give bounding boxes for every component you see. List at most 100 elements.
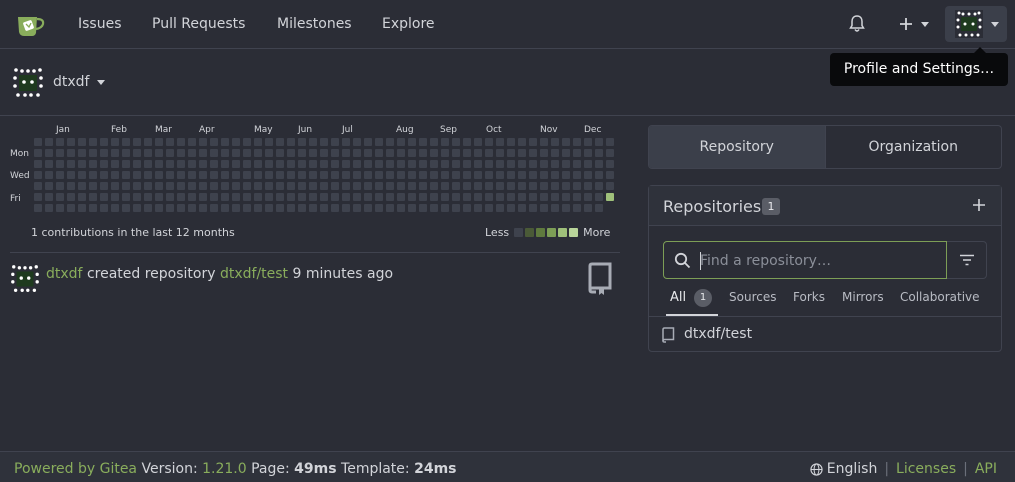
heatmap-cell[interactable] <box>45 160 53 168</box>
heatmap-cell[interactable] <box>298 160 306 168</box>
heatmap-cell[interactable] <box>430 149 438 157</box>
heatmap-cell[interactable] <box>584 138 592 146</box>
heatmap-cell[interactable] <box>408 182 416 190</box>
heatmap-cell[interactable] <box>551 160 559 168</box>
heatmap-cell[interactable] <box>551 204 559 212</box>
heatmap-cell[interactable] <box>375 149 383 157</box>
heatmap-cell[interactable] <box>518 182 526 190</box>
heatmap-cell[interactable] <box>56 193 64 201</box>
heatmap-cell[interactable] <box>298 138 306 146</box>
heatmap-cell[interactable] <box>155 138 163 146</box>
subtab-sources[interactable]: Sources <box>729 290 776 304</box>
heatmap-cell[interactable] <box>595 138 603 146</box>
feed-user-link[interactable]: dtxdf <box>46 266 82 282</box>
heatmap-cell[interactable] <box>507 138 515 146</box>
heatmap-cell[interactable] <box>496 171 504 179</box>
heatmap-cell[interactable] <box>595 149 603 157</box>
heatmap-cell[interactable] <box>254 138 262 146</box>
heatmap-cell[interactable] <box>430 171 438 179</box>
heatmap-cell[interactable] <box>133 182 141 190</box>
heatmap-cell[interactable] <box>507 204 515 212</box>
heatmap-cell[interactable] <box>45 193 53 201</box>
heatmap-cell[interactable] <box>34 193 42 201</box>
heatmap-cell[interactable] <box>100 193 108 201</box>
heatmap-cell[interactable] <box>331 160 339 168</box>
heatmap-cell[interactable] <box>529 149 537 157</box>
heatmap-cell[interactable] <box>298 182 306 190</box>
heatmap-cell[interactable] <box>518 138 526 146</box>
heatmap-cell[interactable] <box>606 149 614 157</box>
heatmap-cell[interactable] <box>386 193 394 201</box>
heatmap-cell[interactable] <box>199 204 207 212</box>
heatmap-cell[interactable] <box>408 138 416 146</box>
heatmap-cell[interactable] <box>199 171 207 179</box>
heatmap-cell[interactable] <box>111 182 119 190</box>
heatmap-cell[interactable] <box>562 160 570 168</box>
heatmap-cell[interactable] <box>397 138 405 146</box>
heatmap-cell[interactable] <box>331 193 339 201</box>
heatmap-cell[interactable] <box>221 149 229 157</box>
heatmap-cell[interactable] <box>287 160 295 168</box>
heatmap-cell[interactable] <box>100 138 108 146</box>
heatmap-cell[interactable] <box>210 138 218 146</box>
heatmap-cell[interactable] <box>287 193 295 201</box>
heatmap-cell[interactable] <box>320 204 328 212</box>
heatmap-cell[interactable] <box>441 149 449 157</box>
heatmap-cell[interactable] <box>221 182 229 190</box>
heatmap-cell[interactable] <box>199 182 207 190</box>
heatmap-cell[interactable] <box>45 149 53 157</box>
heatmap-cell[interactable] <box>298 171 306 179</box>
heatmap-cell[interactable] <box>188 160 196 168</box>
heatmap-cell[interactable] <box>551 138 559 146</box>
heatmap-cell[interactable] <box>452 193 460 201</box>
heatmap-cell[interactable] <box>540 149 548 157</box>
nav-explore[interactable]: Explore <box>382 14 435 34</box>
heatmap-cell[interactable] <box>232 160 240 168</box>
subtab-mirrors[interactable]: Mirrors <box>842 290 884 304</box>
heatmap-cell[interactable] <box>320 160 328 168</box>
heatmap-cell[interactable] <box>430 160 438 168</box>
heatmap-cell[interactable] <box>78 182 86 190</box>
heatmap-cell[interactable] <box>562 182 570 190</box>
nav-milestones[interactable]: Milestones <box>277 14 352 34</box>
heatmap-cell[interactable] <box>67 193 75 201</box>
heatmap-cell[interactable] <box>562 138 570 146</box>
heatmap-cell[interactable] <box>199 160 207 168</box>
heatmap-cell[interactable] <box>485 171 493 179</box>
heatmap-cell[interactable] <box>562 204 570 212</box>
heatmap-cell[interactable] <box>496 204 504 212</box>
subtab-forks[interactable]: Forks <box>793 290 825 304</box>
heatmap-cell[interactable] <box>243 193 251 201</box>
heatmap-cell[interactable] <box>518 193 526 201</box>
heatmap-cell[interactable] <box>144 171 152 179</box>
heatmap-cell[interactable] <box>78 193 86 201</box>
heatmap-cell[interactable] <box>397 160 405 168</box>
heatmap-cell[interactable] <box>155 182 163 190</box>
heatmap-cell[interactable] <box>265 171 273 179</box>
heatmap-cell[interactable] <box>496 182 504 190</box>
heatmap-cell[interactable] <box>606 182 614 190</box>
heatmap-cell[interactable] <box>584 193 592 201</box>
heatmap-cell[interactable] <box>595 193 603 201</box>
heatmap-cell[interactable] <box>397 149 405 157</box>
heatmap-cell[interactable] <box>78 149 86 157</box>
heatmap-cell[interactable] <box>529 160 537 168</box>
heatmap-cell[interactable] <box>573 193 581 201</box>
heatmap-cell[interactable] <box>331 138 339 146</box>
heatmap-cell[interactable] <box>100 204 108 212</box>
subtab-collaborative[interactable]: Collaborative <box>900 290 980 304</box>
new-repo-plus-icon[interactable] <box>971 197 987 213</box>
heatmap-cell[interactable] <box>166 149 174 157</box>
heatmap-cell[interactable] <box>111 204 119 212</box>
heatmap-cell[interactable] <box>408 193 416 201</box>
heatmap-cell[interactable] <box>144 204 152 212</box>
heatmap-cell[interactable] <box>584 204 592 212</box>
heatmap-cell[interactable] <box>375 171 383 179</box>
heatmap-cell[interactable] <box>166 182 174 190</box>
heatmap-cell[interactable] <box>474 204 482 212</box>
heatmap-cell[interactable] <box>221 171 229 179</box>
heatmap-cell[interactable] <box>342 193 350 201</box>
heatmap-cell[interactable] <box>67 160 75 168</box>
heatmap-cell[interactable] <box>177 182 185 190</box>
heatmap-cell[interactable] <box>584 149 592 157</box>
